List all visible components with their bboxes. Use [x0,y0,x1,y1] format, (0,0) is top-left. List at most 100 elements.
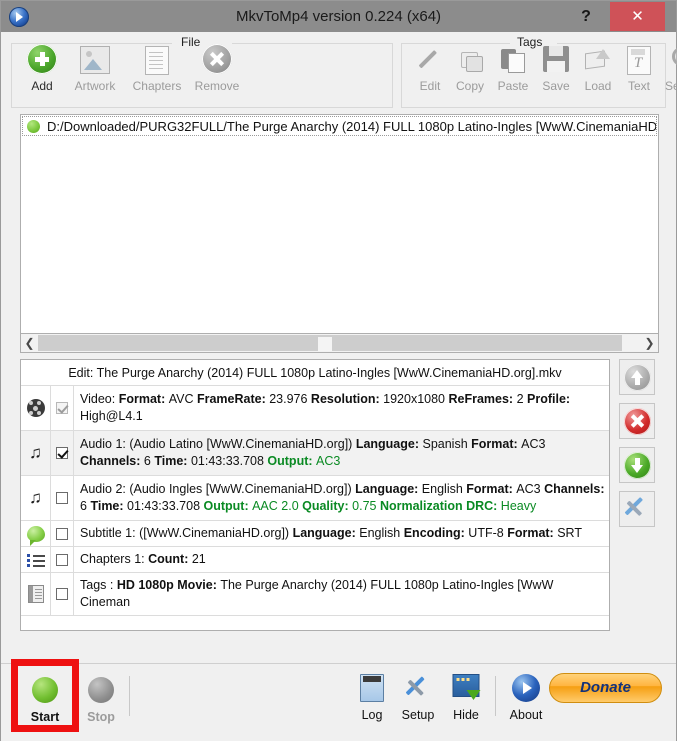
scrollbar-thumb[interactable] [318,337,332,351]
track-icon-cell [21,547,51,572]
chapters-list-icon [26,553,45,567]
track-checkbox[interactable] [56,588,68,600]
about-button[interactable]: About [503,672,549,722]
copy-button[interactable]: Copy [448,43,492,93]
track-row[interactable]: Chapters 1: Count: 21 [21,547,609,573]
track-list[interactable]: Edit: The Purge Anarchy (2014) FULL 1080… [20,359,610,631]
remove-button-label: Remove [194,79,240,93]
track-row[interactable]: Subtitle 1: ([WwW.CinemaniaHD.org]) Lang… [21,521,609,547]
track-checkbox-cell[interactable] [51,476,74,520]
about-button-label: About [509,708,543,722]
file-list[interactable]: D:/Downloaded/PURG32FULL/The Purge Anarc… [20,114,659,336]
log-button[interactable]: Log [351,672,393,722]
track-checkbox[interactable] [56,492,68,504]
chapters-document-icon [124,43,190,77]
scrollbar-track[interactable] [38,335,622,351]
help-button[interactable]: ? [569,1,603,32]
track-checkbox-cell[interactable] [51,573,74,615]
track-description: Tags : HD 1080p Movie: The Purge Anarchy… [80,578,554,609]
move-down-button[interactable] [619,447,655,483]
track-description: Video: Format: AVC FrameRate: 23.976 Res… [80,392,571,423]
track-row[interactable]: ♫ Audio 1: (Audio Latino [WwW.CinemaniaHD… [21,431,609,476]
paste-button[interactable]: Paste [490,43,536,93]
track-checkbox[interactable] [56,553,68,566]
search-magnifier-icon [658,43,677,77]
track-checkbox-cell[interactable] [51,547,74,572]
hide-button-label: Hide [453,708,479,722]
track-list-header: Edit: The Purge Anarchy (2014) FULL 1080… [21,360,609,386]
setup-button[interactable]: Setup [395,672,441,722]
hide-button[interactable]: Hide [445,672,487,722]
toolbar: File Add Artwork Chapters Remove Tags Ed… [11,35,677,109]
music-note-icon: ♫ [29,443,42,462]
tools-icon [395,672,441,708]
green-dot-icon [27,119,40,133]
track-row[interactable]: Video: Format: AVC FrameRate: 23.976 Res… [21,386,609,431]
tags-group-box: Tags Edit Copy Paste Save Load T Text Se [401,35,677,108]
track-icon-cell: ♫ [21,431,51,475]
artwork-image-icon [64,43,126,77]
add-button[interactable]: Add [18,43,66,93]
scroll-right-icon[interactable]: ❯ [641,334,658,352]
edit-button[interactable]: Edit [410,43,450,93]
delete-x-icon [623,407,651,435]
scroll-left-icon[interactable]: ❮ [21,334,38,352]
delete-button[interactable] [619,403,655,439]
track-checkbox-cell[interactable] [51,431,74,475]
minimize-window-icon [445,672,487,708]
log-window-icon [351,672,393,708]
text-button-label: Text [627,79,650,93]
save-button[interactable]: Save [534,43,578,93]
remove-button[interactable]: Remove [186,43,248,93]
about-play-icon [503,672,549,708]
file-list-item[interactable]: D:/Downloaded/PURG32FULL/The Purge Anarc… [22,116,657,136]
copy-button-label: Copy [455,79,484,93]
arrow-up-icon [623,363,651,391]
track-row[interactable]: ♫ Audio 2: (Audio Ingles [WwW.CinemaniaHD… [21,476,609,521]
gray-ball-icon [75,674,127,710]
stop-button[interactable]: Stop [75,674,127,724]
paste-button-label: Paste [497,79,529,93]
remove-x-icon [186,43,248,77]
artwork-button-label: Artwork [74,79,116,93]
load-button-label: Load [584,79,612,93]
tools-icon [624,496,650,522]
divider [129,676,130,716]
file-list-hscrollbar[interactable]: ❮ ❯ [20,333,659,353]
divider-2 [495,676,496,716]
text-button[interactable]: Text [618,43,660,93]
paste-icon [490,43,536,77]
stop-button-label: Stop [87,710,115,724]
search-button-label: Search [664,79,677,93]
track-checkbox[interactable] [56,527,68,540]
load-folder-icon [576,43,620,77]
start-button-highlight [11,659,79,732]
arrow-down-icon [623,451,651,479]
artwork-button[interactable]: Artwork [64,43,126,93]
music-note-icon: ♫ [29,488,42,507]
film-reel-icon [26,399,45,417]
file-group-box: File Add Artwork Chapters Remove [11,35,393,108]
search-button[interactable]: Search [658,43,677,93]
title-bar: MkvToMp4 version 0.224 (x64) ? ✕ [1,1,676,32]
load-button[interactable]: Load [576,43,620,93]
close-button[interactable]: ✕ [610,2,665,31]
settings-tools-button[interactable] [619,491,655,527]
pencil-icon [410,43,450,77]
move-up-button[interactable] [619,359,655,395]
chapters-button[interactable]: Chapters [124,43,190,93]
track-checkbox [56,402,68,414]
donate-button[interactable]: Donate [549,673,662,703]
track-row[interactable]: Tags : HD 1080p Movie: The Purge Anarchy… [21,573,609,616]
track-icon-cell [21,386,51,430]
log-button-label: Log [361,708,383,722]
track-description: Audio 2: (Audio Ingles [WwW.CinemaniaHD.… [80,482,605,513]
add-plus-icon [18,43,66,77]
track-checkbox-cell[interactable] [51,386,74,430]
file-path-label: D:/Downloaded/PURG32FULL/The Purge Anarc… [47,118,657,134]
track-icon-cell: ♫ [21,476,51,520]
track-checkbox-cell[interactable] [51,521,74,546]
track-checkbox[interactable] [56,447,68,459]
track-description: Chapters 1: Count: 21 [80,552,206,566]
chapters-button-label: Chapters [132,79,182,93]
